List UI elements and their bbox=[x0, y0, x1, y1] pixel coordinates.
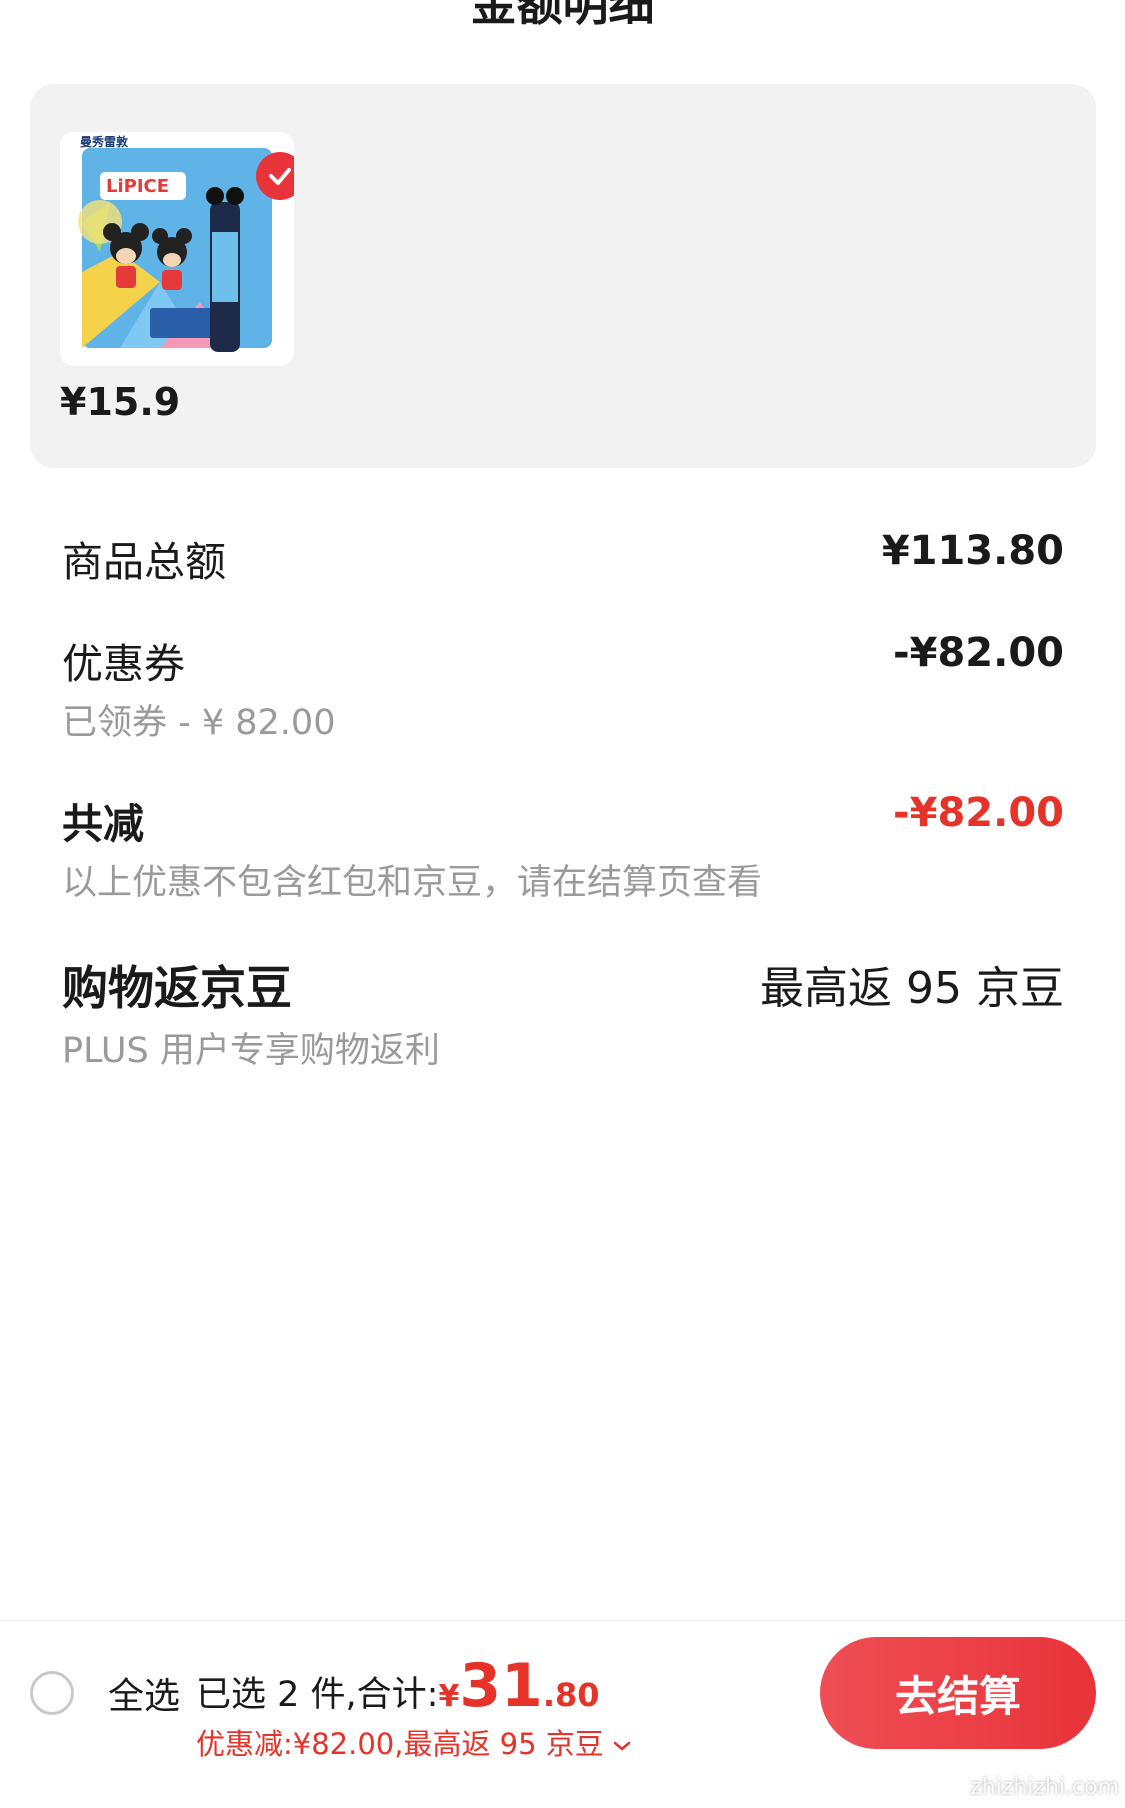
discount-text: 优惠减:¥82.00,最高返 95 京豆 bbox=[196, 1727, 604, 1761]
product-thumbnail[interactable]: LiPICE 曼秀雷敦 bbox=[60, 132, 294, 366]
total-amount-int: 31 bbox=[459, 1651, 543, 1721]
checkout-button[interactable]: 去结算 bbox=[820, 1637, 1096, 1749]
page: 金额明细 LiPICE 曼秀雷敦 ¥15.9 商品总额 ¥113.80 优惠券 … bbox=[0, 0, 1125, 1808]
reduction-note: 以上优惠不包含红包和京豆，请在结算页查看 bbox=[62, 863, 763, 903]
total-label: 商品总额 bbox=[62, 538, 226, 586]
product-logo-text: LiPICE bbox=[106, 176, 169, 197]
beans-note: PLUS 用户专享购物返利 bbox=[62, 1031, 440, 1071]
checkout-bar: 全选 已选 2 件,合计:¥31.80 优惠减:¥82.00,最高返 95 京豆… bbox=[0, 1620, 1125, 1761]
product-brand-text: 曼秀雷敦 bbox=[80, 134, 129, 149]
coupon-label: 优惠券 bbox=[62, 640, 185, 688]
coupon-value: -¥82.00 bbox=[893, 630, 1064, 676]
select-all-radio[interactable] bbox=[30, 1671, 74, 1715]
watermark: zhizhizhi.com bbox=[970, 1775, 1119, 1800]
beans-label: 购物返京豆 bbox=[62, 961, 292, 1015]
total-value: ¥113.80 bbox=[881, 528, 1064, 574]
coupon-detail: 已领券 - ¥ 82.00 bbox=[62, 703, 336, 743]
selected-count-text: 已选 2 件,合计: bbox=[196, 1675, 439, 1715]
select-all-label[interactable]: 全选 bbox=[108, 1667, 180, 1719]
page-title: 金额明细 bbox=[470, 0, 655, 31]
total-amount-dec: .80 bbox=[542, 1676, 600, 1714]
beans-value: 最高返 95 京豆 bbox=[760, 963, 1064, 1014]
chevron-down-icon[interactable] bbox=[613, 1727, 631, 1761]
total-currency: ¥ bbox=[438, 1679, 460, 1714]
product-card[interactable]: LiPICE 曼秀雷敦 ¥15.9 bbox=[30, 84, 1096, 468]
discount-summary[interactable]: 优惠减:¥82.00,最高返 95 京豆 bbox=[196, 1721, 631, 1763]
product-price: ¥15.9 bbox=[60, 380, 181, 424]
reduction-value: -¥82.00 bbox=[893, 790, 1064, 836]
reduction-label: 共减 bbox=[62, 800, 144, 848]
order-summary: 已选 2 件,合计:¥31.80 bbox=[196, 1651, 600, 1721]
